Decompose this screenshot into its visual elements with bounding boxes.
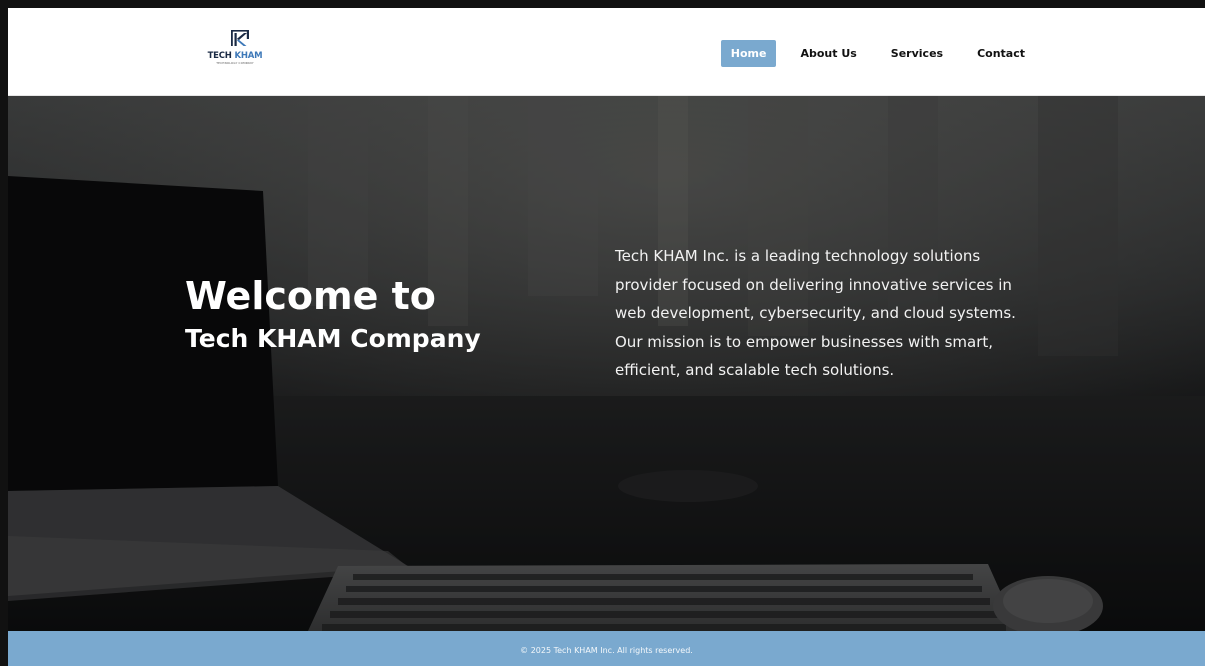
footer-copyright: © 2025 Tech KHAM Inc. All rights reserve… <box>520 646 693 655</box>
nav-item-home[interactable]: Home <box>720 40 777 67</box>
nav-item-contact[interactable]: Contact <box>967 40 1035 67</box>
nav-item-about-us[interactable]: About Us <box>790 40 866 67</box>
site-header: TECH KHAM TECHNOLOGY COMPANY Home About … <box>8 8 1205 96</box>
nav-item-services[interactable]: Services <box>881 40 953 67</box>
logo-wordmark: TECH KHAM <box>198 51 272 61</box>
main-nav: Home About Us Services Contact <box>707 40 1035 67</box>
hero-title-line2: Tech KHAM Company <box>185 324 481 353</box>
logo-text-accent: KHAM <box>234 51 263 61</box>
hero-title: Welcome to Tech KHAM Company <box>185 272 545 356</box>
company-logo[interactable]: TECH KHAM TECHNOLOGY COMPANY <box>198 30 278 74</box>
hero-title-line1: Welcome to <box>185 274 436 318</box>
logo-tagline: TECHNOLOGY COMPANY <box>216 61 254 65</box>
hero-description: Tech KHAM Inc. is a leading technology s… <box>615 247 1016 379</box>
hero-section: Welcome to Tech KHAM Company Tech KHAM I… <box>8 96 1205 631</box>
browser-viewport: TECH KHAM TECHNOLOGY COMPANY Home About … <box>8 8 1205 666</box>
logo-text-primary: TECH <box>207 51 232 61</box>
logo-mark-icon <box>231 30 249 46</box>
site-footer: © 2025 Tech KHAM Inc. All rights reserve… <box>8 631 1205 666</box>
